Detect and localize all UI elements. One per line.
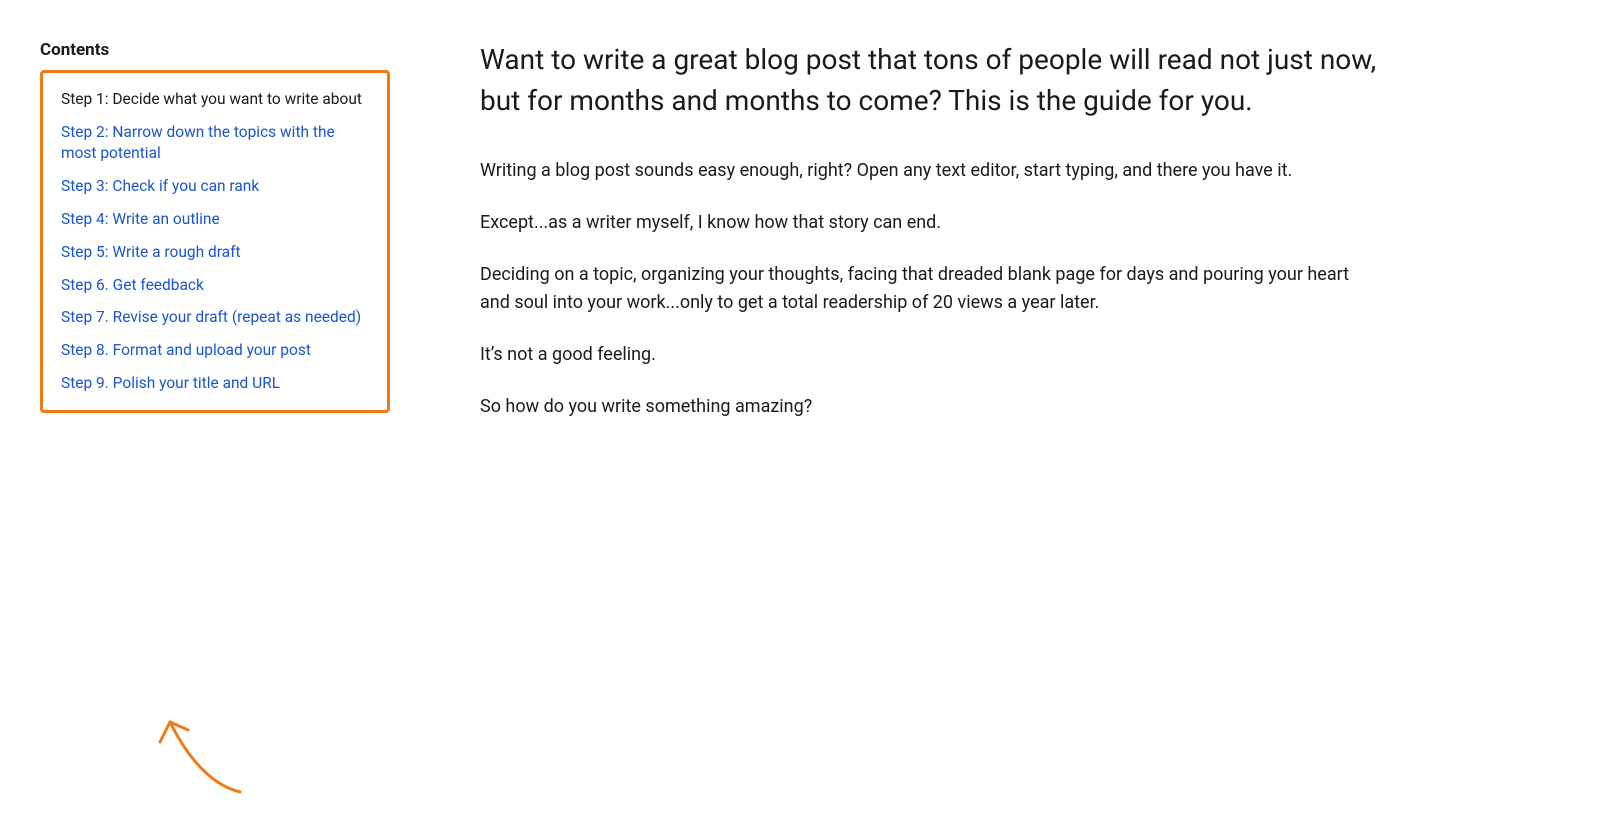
toc-item-step1[interactable]: Step 1: Decide what you want to write ab… [61,89,369,110]
toc-item-step9[interactable]: Step 9. Polish your title and URL [61,373,369,394]
toc-item-step4[interactable]: Step 4: Write an outline [61,209,369,230]
toc-item-step3[interactable]: Step 3: Check if you can rank [61,176,369,197]
toc-item-step6[interactable]: Step 6. Get feedback [61,275,369,296]
contents-heading: Contents [40,40,390,60]
right-panel: Want to write a great blog post that ton… [420,0,1600,832]
table-of-contents: Step 1: Decide what you want to write ab… [40,70,390,413]
toc-item-step2[interactable]: Step 2: Narrow down the topics with the … [61,122,369,164]
toc-item-step7[interactable]: Step 7. Revise your draft (repeat as nee… [61,307,369,328]
body-paragraph-3: Deciding on a topic, organizing your tho… [480,261,1380,317]
toc-item-step8[interactable]: Step 8. Format and upload your post [61,340,369,361]
body-paragraph-2: Except...as a writer myself, I know how … [480,209,1380,237]
body-paragraph-4: It’s not a good feeling. [480,341,1380,369]
arrow-annotation [150,692,270,802]
intro-paragraph: Want to write a great blog post that ton… [480,40,1380,121]
left-panel: Contents Step 1: Decide what you want to… [0,0,420,832]
body-paragraph-1: Writing a blog post sounds easy enough, … [480,157,1380,185]
body-paragraph-5: So how do you write something amazing? [480,393,1380,421]
toc-item-step5[interactable]: Step 5: Write a rough draft [61,242,369,263]
